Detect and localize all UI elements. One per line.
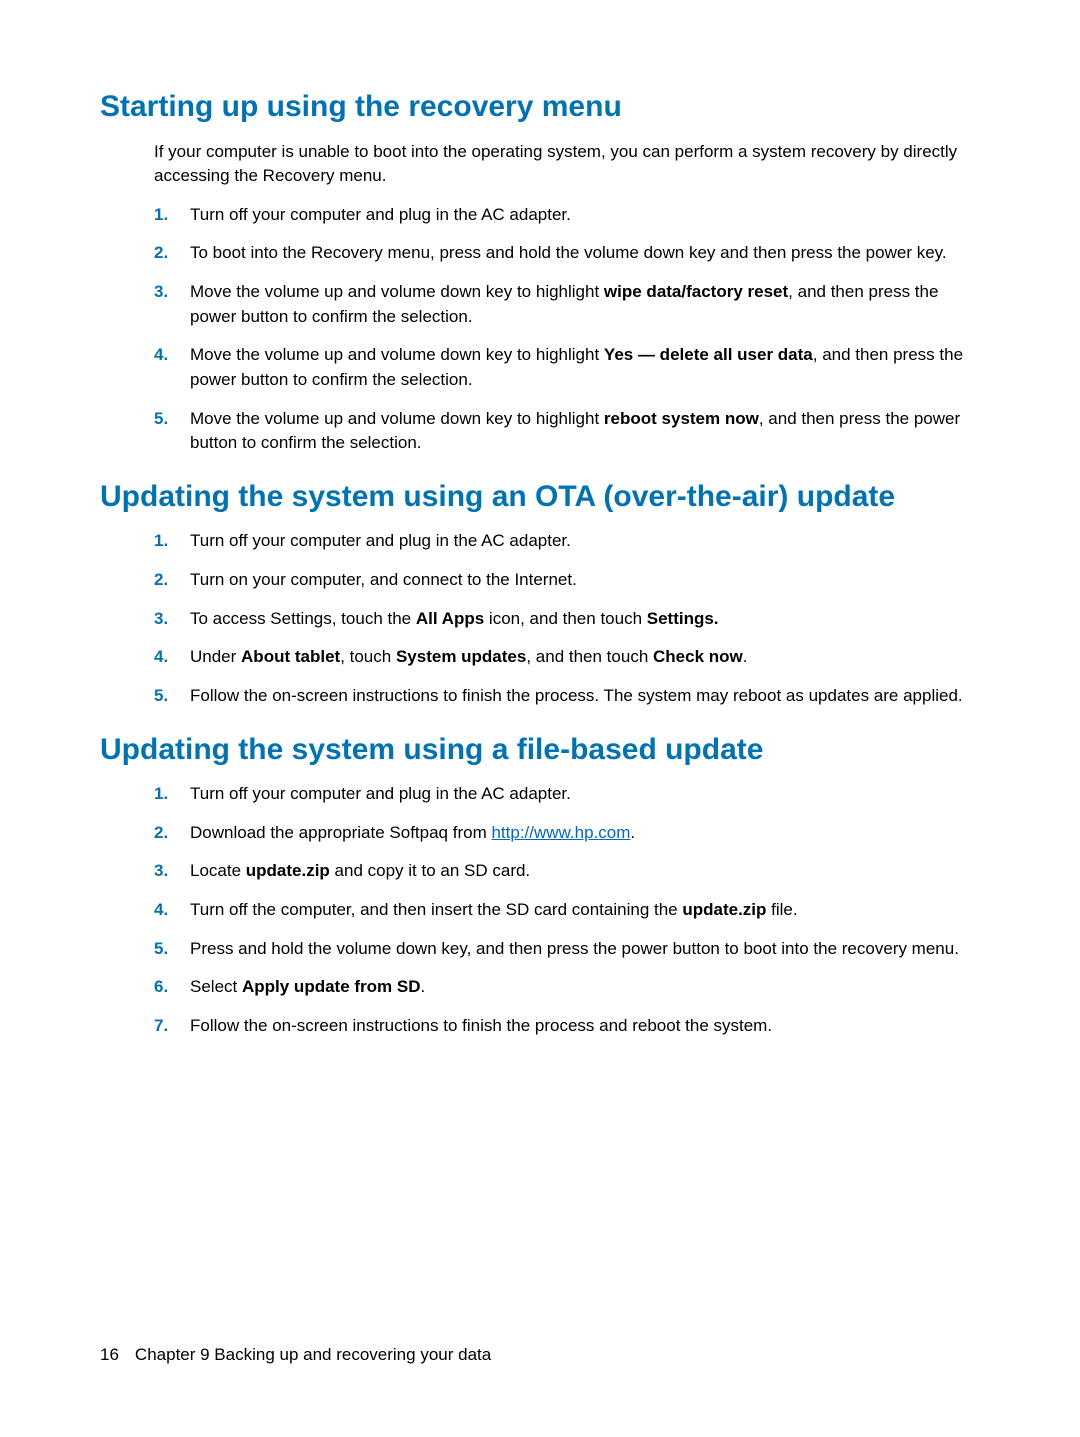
step-text: Turn off the computer, and then insert t… (190, 900, 682, 919)
list-item: 5. Follow the on-screen instructions to … (154, 684, 980, 709)
step-text: file. (766, 900, 797, 919)
list-item: 7. Follow the on-screen instructions to … (154, 1014, 980, 1039)
step-text: , and then touch (526, 647, 653, 666)
list-item: 4. Under About tablet, touch System upda… (154, 645, 980, 670)
list-item: 4. Turn off the computer, and then inser… (154, 898, 980, 923)
step-number: 4. (154, 898, 168, 923)
list-item: 2. To boot into the Recovery menu, press… (154, 241, 980, 266)
step-number: 4. (154, 343, 168, 368)
step-bold: About tablet (241, 647, 340, 666)
steps-list-2: 1. Turn off your computer and plug in th… (154, 529, 980, 708)
step-number: 5. (154, 407, 168, 432)
step-text: icon, and then touch (484, 609, 647, 628)
list-item: 3. Locate update.zip and copy it to an S… (154, 859, 980, 884)
list-item: 4. Move the volume up and volume down ke… (154, 343, 980, 392)
steps-list-3: 1. Turn off your computer and plug in th… (154, 782, 980, 1038)
step-bold: Yes — delete all user data (604, 345, 813, 364)
step-text: Move the volume up and volume down key t… (190, 282, 604, 301)
step-text: . (743, 647, 748, 666)
step-text: Press and hold the volume down key, and … (190, 939, 959, 958)
page-footer: 16 Chapter 9 Backing up and recovering yo… (100, 1345, 491, 1365)
step-number: 6. (154, 975, 168, 1000)
step-bold: Apply update from SD (242, 977, 421, 996)
step-bold: reboot system now (604, 409, 759, 428)
step-number: 2. (154, 241, 168, 266)
step-text: . (630, 823, 635, 842)
list-item: 5. Press and hold the volume down key, a… (154, 937, 980, 962)
step-number: 3. (154, 607, 168, 632)
list-item: 1. Turn off your computer and plug in th… (154, 529, 980, 554)
step-number: 1. (154, 529, 168, 554)
list-item: 1. Turn off your computer and plug in th… (154, 203, 980, 228)
step-text: Turn on your computer, and connect to th… (190, 570, 577, 589)
step-text: Follow the on-screen instructions to fin… (190, 1016, 772, 1035)
steps-list-1: 1. Turn off your computer and plug in th… (154, 203, 980, 456)
page-number: 16 (100, 1345, 119, 1364)
step-text: and copy it to an SD card. (330, 861, 530, 880)
step-text: Turn off your computer and plug in the A… (190, 205, 571, 224)
step-text: Move the volume up and volume down key t… (190, 409, 604, 428)
step-text: . (421, 977, 426, 996)
hp-link[interactable]: http://www.hp.com (491, 823, 630, 842)
step-bold: Check now (653, 647, 743, 666)
step-bold: Settings. (647, 609, 719, 628)
step-text: Under (190, 647, 241, 666)
step-text: Move the volume up and volume down key t… (190, 345, 604, 364)
step-number: 3. (154, 859, 168, 884)
step-text: Download the appropriate Softpaq from (190, 823, 491, 842)
list-item: 1. Turn off your computer and plug in th… (154, 782, 980, 807)
step-number: 2. (154, 821, 168, 846)
step-text: , touch (340, 647, 396, 666)
step-text: To boot into the Recovery menu, press an… (190, 243, 947, 262)
step-bold: update.zip (682, 900, 766, 919)
step-text: Select (190, 977, 242, 996)
step-text: Turn off your computer and plug in the A… (190, 531, 571, 550)
step-number: 2. (154, 568, 168, 593)
heading-ota-update: Updating the system using an OTA (over-t… (100, 478, 980, 516)
heading-recovery-menu: Starting up using the recovery menu (100, 88, 980, 126)
list-item: 2. Turn on your computer, and connect to… (154, 568, 980, 593)
list-item: 3. Move the volume up and volume down ke… (154, 280, 980, 329)
step-number: 1. (154, 782, 168, 807)
step-number: 5. (154, 937, 168, 962)
chapter-label: Chapter 9 Backing up and recovering your… (135, 1345, 491, 1364)
step-bold: update.zip (246, 861, 330, 880)
step-bold: wipe data/factory reset (604, 282, 788, 301)
step-number: 3. (154, 280, 168, 305)
step-text: Turn off your computer and plug in the A… (190, 784, 571, 803)
intro-text: If your computer is unable to boot into … (154, 140, 980, 189)
step-text: Follow the on-screen instructions to fin… (190, 686, 963, 705)
step-number: 5. (154, 684, 168, 709)
list-item: 6. Select Apply update from SD. (154, 975, 980, 1000)
step-bold: All Apps (416, 609, 484, 628)
heading-file-update: Updating the system using a file-based u… (100, 731, 980, 769)
step-bold: System updates (396, 647, 526, 666)
step-number: 7. (154, 1014, 168, 1039)
step-text: Locate (190, 861, 246, 880)
list-item: 5. Move the volume up and volume down ke… (154, 407, 980, 456)
step-text: To access Settings, touch the (190, 609, 416, 628)
step-number: 4. (154, 645, 168, 670)
step-number: 1. (154, 203, 168, 228)
list-item: 2. Download the appropriate Softpaq from… (154, 821, 980, 846)
list-item: 3. To access Settings, touch the All App… (154, 607, 980, 632)
